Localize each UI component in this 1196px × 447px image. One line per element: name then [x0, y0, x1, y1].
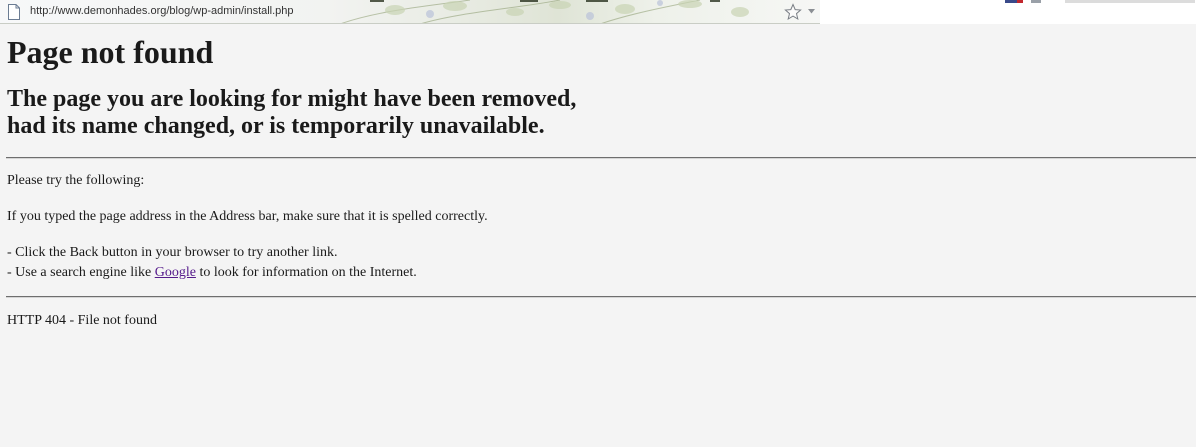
google-link[interactable]: Google	[155, 265, 196, 280]
url-text[interactable]: http://www.demonhades.org/blog/wp-admin/…	[30, 5, 294, 17]
dropdown-icon[interactable]	[808, 9, 815, 14]
divider	[6, 157, 1196, 159]
divider	[6, 296, 1196, 298]
address-hint-text: If you typed the page address in the Add…	[7, 209, 488, 224]
suggestion-list: - Click the Back button in your browser …	[7, 243, 1196, 283]
subtitle-line-1: The page you are looking for might have …	[7, 86, 577, 112]
subtitle-line-2: had its name changed, or is temporarily …	[7, 113, 545, 139]
list-item: - Use a search engine like Google to loo…	[7, 263, 1196, 283]
corner-decoration	[1005, 0, 1195, 3]
error-page: Page not found The page you are looking …	[6, 24, 1196, 331]
step2-prefix: - Use a search engine like	[7, 265, 155, 280]
step2-suffix: to look for information on the Internet.	[195, 265, 417, 280]
list-item: - Click the Back button in your browser …	[7, 245, 338, 260]
address-bar[interactable]: http://www.demonhades.org/blog/wp-admin/…	[0, 0, 820, 24]
browser-toolbar: http://www.demonhades.org/blog/wp-admin/…	[0, 0, 1196, 24]
status-text: HTTP 404 - File not found	[7, 313, 157, 328]
page-title: Page not found	[7, 34, 214, 70]
star-icon[interactable]	[784, 3, 802, 21]
try-following-text: Please try the following:	[7, 173, 145, 188]
page-subtitle: The page you are looking for might have …	[7, 86, 1196, 140]
page-icon	[8, 4, 20, 20]
